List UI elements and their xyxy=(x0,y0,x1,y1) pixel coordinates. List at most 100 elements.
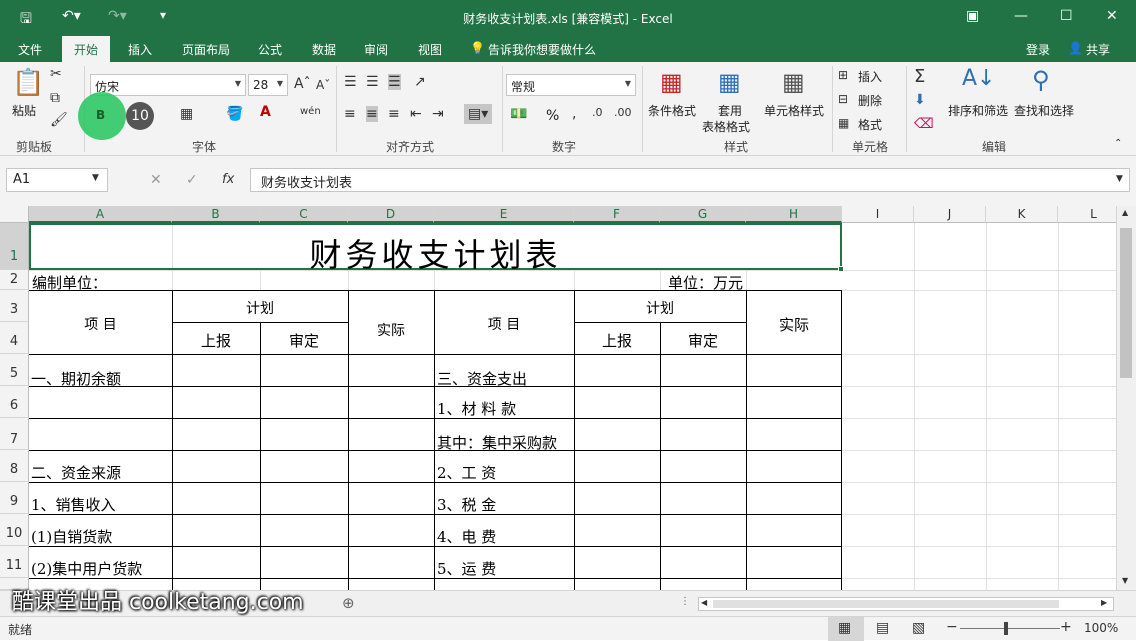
align-top-icon[interactable]: ☰ xyxy=(344,74,357,90)
border-icon[interactable]: ▦ xyxy=(180,106,193,122)
percent-button[interactable]: % xyxy=(546,108,559,124)
insert-cells-icon[interactable]: ⊞ xyxy=(838,68,848,82)
find-select-icon[interactable]: ⚲ xyxy=(1032,66,1050,94)
collapse-ribbon-icon[interactable]: ⌃ xyxy=(1114,138,1122,149)
column-header-a[interactable]: A xyxy=(29,206,172,223)
close-icon[interactable]: ✕ xyxy=(1106,8,1118,24)
add-sheet-icon[interactable]: ⊕ xyxy=(342,594,355,612)
paste-icon[interactable]: 📋 xyxy=(12,68,44,98)
phonetic-icon[interactable]: wén xyxy=(300,106,321,117)
font-name-select[interactable]: 仿宋 ▼ xyxy=(90,74,246,96)
format-cells-button[interactable]: 格式 xyxy=(858,116,882,133)
cut-icon[interactable]: ✂ xyxy=(50,66,62,82)
font-size-select[interactable]: 28 ▼ xyxy=(248,74,288,96)
scroll-left-icon[interactable]: ◀ xyxy=(701,598,707,607)
comma-style-icon[interactable]: , xyxy=(572,106,576,122)
delete-cells-button[interactable]: 删除 xyxy=(858,92,882,109)
number-format-select[interactable]: 常规 ▼ xyxy=(506,74,636,96)
decrease-indent-icon[interactable]: ⇤ xyxy=(410,106,422,122)
column-header-h[interactable]: H xyxy=(746,206,842,223)
zoom-out-icon[interactable]: − xyxy=(946,619,958,635)
paste-button[interactable]: 粘贴 xyxy=(12,102,36,119)
select-all-corner[interactable] xyxy=(0,206,29,223)
worksheet-grid[interactable]: A B C D E F G H I J K L 1 2 3 4 5 6 7 8 … xyxy=(0,206,1116,590)
zoom-slider-handle[interactable] xyxy=(1004,622,1008,635)
autosum-icon[interactable]: Σ xyxy=(914,66,925,87)
tab-review[interactable]: 审阅 xyxy=(364,41,388,58)
format-as-table-label-1[interactable]: 套用 xyxy=(718,102,742,119)
format-as-table-icon[interactable]: ▦ xyxy=(718,68,741,96)
chevron-down-icon[interactable]: ▼ xyxy=(92,173,99,183)
tab-formulas[interactable]: 公式 xyxy=(258,41,282,58)
column-header-i[interactable]: I xyxy=(842,206,914,223)
enter-icon[interactable]: ✓ xyxy=(186,172,198,188)
row-header-3[interactable]: 3 xyxy=(0,290,29,322)
bold-button[interactable]: B xyxy=(96,108,105,122)
insert-cells-button[interactable]: 插入 xyxy=(858,68,882,85)
column-header-k[interactable]: K xyxy=(986,206,1058,223)
row-header-10[interactable]: 10 xyxy=(0,514,29,546)
tab-home[interactable]: 开始 xyxy=(62,36,111,62)
increase-indent-icon[interactable]: ⇥ xyxy=(432,106,444,122)
login-link[interactable]: 登录 xyxy=(1026,41,1050,58)
format-cells-icon[interactable]: ▦ xyxy=(838,116,849,130)
horizontal-scrollbar[interactable]: ◀ ▶ xyxy=(698,597,1114,611)
row-header-11[interactable]: 11 xyxy=(0,546,29,578)
horizontal-scroll-thumb[interactable] xyxy=(713,600,1059,608)
ribbon-display-icon[interactable]: ▣ xyxy=(966,8,979,24)
find-select-button[interactable]: 查找和选择 xyxy=(1014,102,1074,119)
row-header-2[interactable]: 2 xyxy=(0,270,29,290)
fill-color-icon[interactable]: 🪣 xyxy=(226,106,243,122)
font-color-icon[interactable]: A xyxy=(260,104,271,120)
row-header-1[interactable]: 1 xyxy=(0,223,29,270)
formula-input[interactable]: 财务收支计划表 xyxy=(250,168,1130,192)
column-header-c[interactable]: C xyxy=(260,206,348,223)
vertical-scrollbar[interactable]: ▲ ▼ xyxy=(1116,206,1136,590)
align-middle-icon[interactable]: ☰ xyxy=(366,74,379,90)
share-button[interactable]: 共享 xyxy=(1086,41,1110,58)
align-left-icon[interactable]: ≡ xyxy=(344,106,356,122)
row-header-4[interactable]: 4 xyxy=(0,322,29,354)
minimize-icon[interactable]: — xyxy=(1014,8,1028,24)
align-center-icon[interactable]: ≡ xyxy=(366,106,378,122)
currency-icon[interactable]: 💵 xyxy=(510,106,527,122)
increase-decimal-icon[interactable]: .0 xyxy=(592,106,603,119)
scroll-down-icon[interactable]: ▼ xyxy=(1122,576,1128,585)
row-header-6[interactable]: 6 xyxy=(0,386,29,418)
align-bottom-icon[interactable]: ☰ xyxy=(388,74,401,90)
sort-filter-icon[interactable]: A↓ xyxy=(962,66,995,91)
align-right-icon[interactable]: ≡ xyxy=(388,106,400,122)
zoom-slider[interactable] xyxy=(960,628,1060,629)
page-layout-view-icon[interactable]: ▤ xyxy=(876,620,889,636)
column-header-g[interactable]: G xyxy=(660,206,746,223)
normal-view-button[interactable]: ▦ xyxy=(828,617,864,641)
zoom-in-icon[interactable]: + xyxy=(1060,619,1072,635)
row-header-7[interactable]: 7 xyxy=(0,418,29,450)
cancel-icon[interactable]: ✕ xyxy=(150,172,162,188)
conditional-format-button[interactable]: 条件格式 xyxy=(648,102,696,119)
vertical-scroll-thumb[interactable] xyxy=(1120,228,1132,378)
orientation-icon[interactable]: ↗ xyxy=(414,74,426,90)
format-as-table-label-2[interactable]: 表格格式 xyxy=(702,118,750,135)
column-header-d[interactable]: D xyxy=(348,206,434,223)
scroll-up-icon[interactable]: ▲ xyxy=(1122,208,1128,217)
zoom-level[interactable]: 100% xyxy=(1084,621,1118,635)
tell-me-search[interactable]: 告诉我你想要做什么 xyxy=(488,41,596,58)
expand-formula-icon[interactable]: ▼ xyxy=(1116,174,1123,184)
cell-styles-button[interactable]: 单元格样式 xyxy=(764,102,824,119)
grow-font-icon[interactable]: Aˆ xyxy=(294,76,311,92)
tab-view[interactable]: 视图 xyxy=(418,41,442,58)
row-header-5[interactable]: 5 xyxy=(0,354,29,386)
maximize-icon[interactable]: ☐ xyxy=(1060,8,1073,24)
column-header-e[interactable]: E xyxy=(434,206,574,223)
tab-file[interactable]: 文件 xyxy=(18,41,42,58)
shrink-font-icon[interactable]: Aˇ xyxy=(316,78,330,92)
row-header-9[interactable]: 9 xyxy=(0,482,29,514)
scroll-right-icon[interactable]: ▶ xyxy=(1101,598,1107,607)
clear-icon[interactable]: ⌫ xyxy=(914,116,934,132)
tab-insert[interactable]: 插入 xyxy=(128,41,152,58)
format-painter-icon[interactable]: 🖌 xyxy=(50,112,68,128)
row-header-8[interactable]: 8 xyxy=(0,450,29,482)
column-header-f[interactable]: F xyxy=(574,206,660,223)
delete-cells-icon[interactable]: ⊟ xyxy=(838,92,848,106)
